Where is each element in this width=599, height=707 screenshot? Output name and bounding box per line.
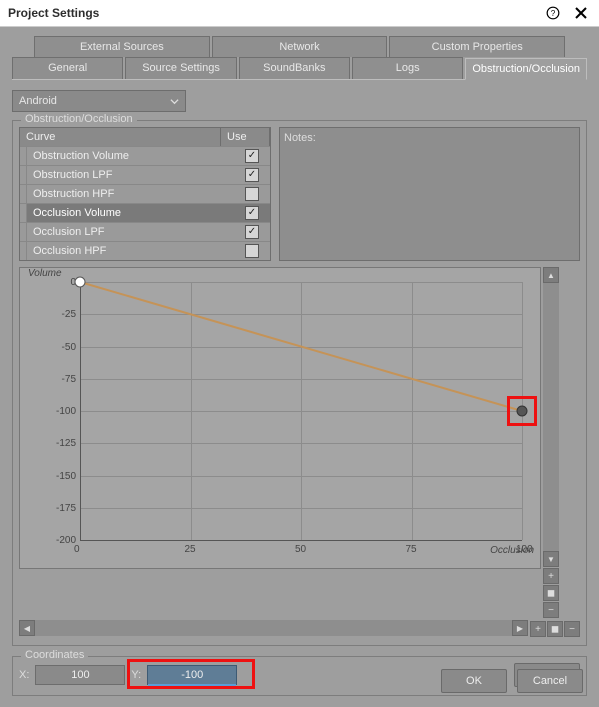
scroll-right-icon[interactable]: ▶ xyxy=(512,620,528,636)
y-tick: -200 xyxy=(56,535,76,546)
use-checkbox[interactable] xyxy=(245,168,259,182)
x-tick: 25 xyxy=(185,544,196,555)
row-handle[interactable] xyxy=(20,223,27,241)
row-handle[interactable] xyxy=(20,242,27,260)
tab-general[interactable]: General xyxy=(12,57,123,79)
x-tick: 50 xyxy=(295,544,306,555)
table-row[interactable]: Occlusion LPF xyxy=(20,222,270,241)
use-checkbox[interactable] xyxy=(245,187,259,201)
y-axis-label: Volume xyxy=(28,268,62,279)
help-icon[interactable]: ? xyxy=(543,3,563,23)
tab-source-settings[interactable]: Source Settings xyxy=(125,57,236,79)
tab-logs[interactable]: Logs xyxy=(352,57,463,79)
row-handle[interactable] xyxy=(20,147,27,165)
notes-label: Notes: xyxy=(284,132,316,144)
section-legend: Obstruction/Occlusion xyxy=(21,113,137,125)
y-tick: -50 xyxy=(62,342,76,353)
scroll-left-icon[interactable]: ◀ xyxy=(19,620,35,636)
curve-table: Curve Use Obstruction VolumeObstruction … xyxy=(19,127,271,261)
zoom-out-v-icon[interactable]: − xyxy=(543,602,559,618)
y-tick: -100 xyxy=(56,406,76,417)
window-title: Project Settings xyxy=(8,6,543,20)
x-tick: 100 xyxy=(516,544,533,555)
zoom-fit-h-icon[interactable]: ◼ xyxy=(547,621,563,637)
ok-button[interactable]: OK xyxy=(441,669,507,693)
use-checkbox[interactable] xyxy=(245,149,259,163)
curve-name: Obstruction Volume xyxy=(27,147,234,165)
tab-row-bottom: General Source Settings SoundBanks Logs … xyxy=(12,57,587,79)
table-row[interactable]: Occlusion HPF xyxy=(20,241,270,260)
x-input[interactable]: 100 xyxy=(35,665,125,685)
tab-row-top: External Sources Network Custom Properti… xyxy=(34,36,565,57)
cancel-button[interactable]: Cancel xyxy=(517,669,583,693)
platform-dropdown[interactable]: Android xyxy=(12,90,186,112)
svg-text:?: ? xyxy=(551,9,556,18)
coords-legend: Coordinates xyxy=(21,649,88,661)
close-icon[interactable] xyxy=(571,3,591,23)
vscroll-track[interactable] xyxy=(543,283,559,551)
y-tick: -25 xyxy=(62,309,76,320)
x-label: X: xyxy=(19,669,29,681)
tab-obstruction-occlusion[interactable]: Obstruction/Occlusion xyxy=(465,58,587,80)
use-checkbox[interactable] xyxy=(245,225,259,239)
table-row[interactable]: Occlusion Volume xyxy=(20,203,270,222)
curve-name: Obstruction LPF xyxy=(27,166,234,184)
row-handle[interactable] xyxy=(20,166,27,184)
x-tick: 75 xyxy=(406,544,417,555)
tab-network[interactable]: Network xyxy=(212,36,388,57)
tab-external-sources[interactable]: External Sources xyxy=(34,36,210,57)
notes-panel[interactable]: Notes: xyxy=(279,127,580,261)
tab-custom-properties[interactable]: Custom Properties xyxy=(389,36,565,57)
curve-point[interactable] xyxy=(75,277,86,288)
use-checkbox[interactable] xyxy=(245,244,259,258)
curve-name: Occlusion Volume xyxy=(27,204,234,222)
highlight-y-input xyxy=(127,659,255,689)
col-curve[interactable]: Curve xyxy=(20,128,221,146)
row-handle[interactable] xyxy=(20,185,27,203)
zoom-in-v-icon[interactable]: + xyxy=(543,568,559,584)
row-handle[interactable] xyxy=(20,204,27,222)
y-tick: -125 xyxy=(56,438,76,449)
curve-name: Occlusion HPF xyxy=(27,242,234,260)
zoom-in-h-icon[interactable]: + xyxy=(530,621,546,637)
zoom-fit-v-icon[interactable]: ◼ xyxy=(543,585,559,601)
col-use[interactable]: Use xyxy=(221,128,270,146)
x-tick: 0 xyxy=(74,544,80,555)
tab-soundbanks[interactable]: SoundBanks xyxy=(239,57,350,79)
platform-dropdown-value: Android xyxy=(19,95,57,107)
table-row[interactable]: Obstruction Volume xyxy=(20,146,270,165)
curve-graph[interactable]: VolumeOcclusion0-25-50-75-100-125-150-17… xyxy=(19,267,541,569)
zoom-out-h-icon[interactable]: − xyxy=(564,621,580,637)
hscroll-track[interactable] xyxy=(35,620,512,636)
use-checkbox[interactable] xyxy=(245,206,259,220)
y-tick: -175 xyxy=(56,503,76,514)
y-tick: -150 xyxy=(56,471,76,482)
table-row[interactable]: Obstruction HPF xyxy=(20,184,270,203)
obstruction-occlusion-section: Obstruction/Occlusion Curve Use Obstruct… xyxy=(12,120,587,646)
y-tick: -75 xyxy=(62,374,76,385)
chevron-down-icon xyxy=(170,97,179,106)
scroll-up-icon[interactable]: ▲ xyxy=(543,267,559,283)
scroll-down-icon[interactable]: ▼ xyxy=(543,551,559,567)
table-row[interactable]: Obstruction LPF xyxy=(20,165,270,184)
curve-name: Obstruction HPF xyxy=(27,185,234,203)
highlight-selected-point xyxy=(507,396,537,426)
curve-name: Occlusion LPF xyxy=(27,223,234,241)
